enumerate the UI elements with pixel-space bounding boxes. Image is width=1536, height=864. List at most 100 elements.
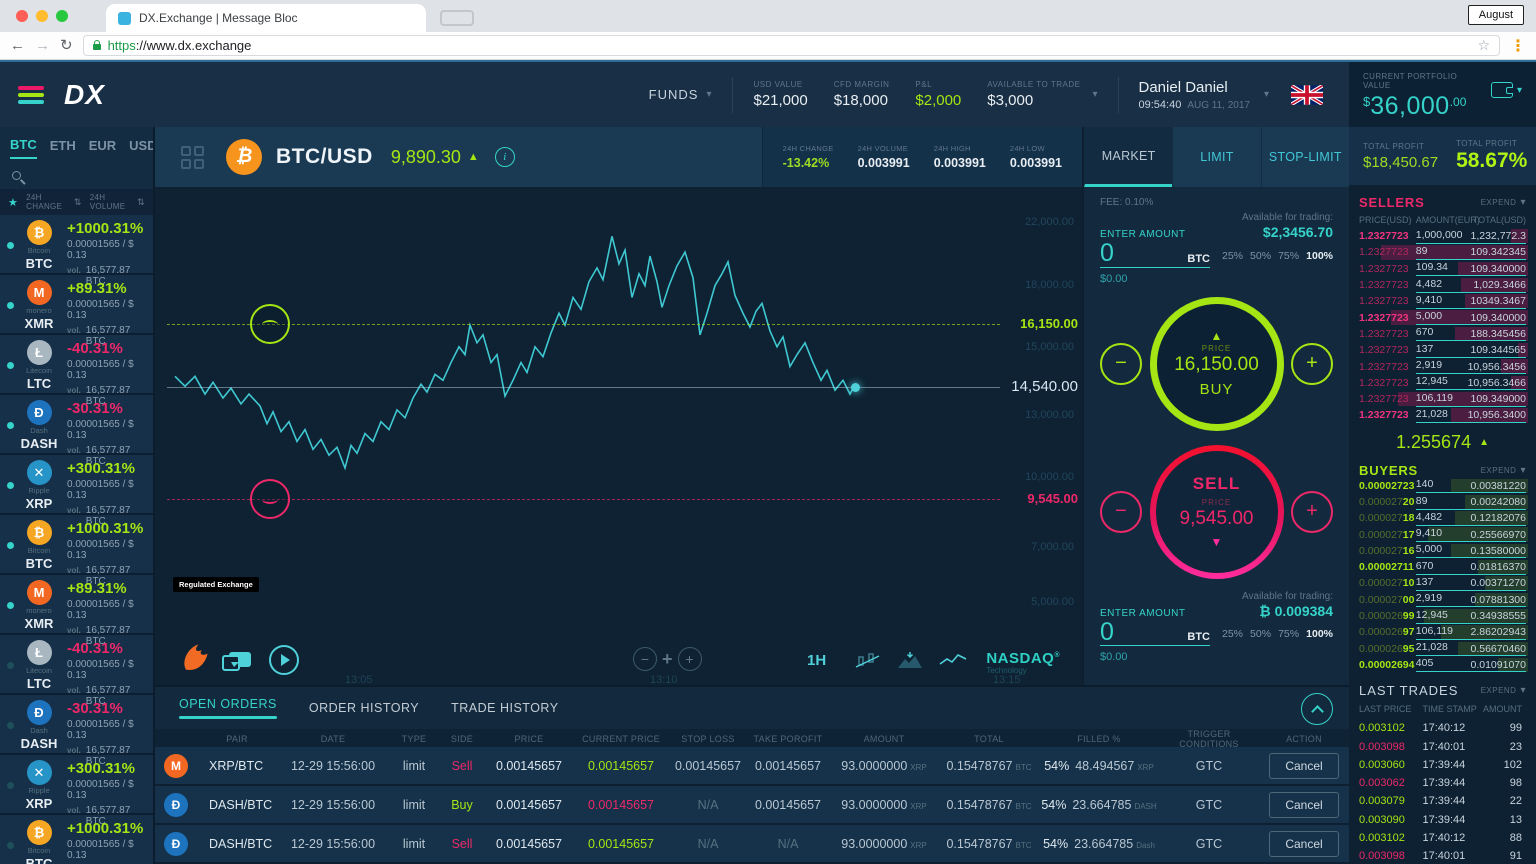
back-icon[interactable]: ←	[10, 38, 25, 53]
collapse-panel-button[interactable]	[1301, 693, 1333, 725]
cancel-button[interactable]: Cancel	[1269, 792, 1338, 818]
list-item[interactable]: ₿ Bitcoin BTC +1000.31% 0.00001565 / $ 0…	[0, 515, 153, 575]
favorites-star-icon[interactable]: ★	[8, 196, 18, 209]
list-item[interactable]: M monero XMR +89.31% 0.00001565 / $ 0.13…	[0, 575, 153, 635]
percent-button[interactable]: 75%	[1278, 628, 1299, 640]
zoom-in-icon[interactable]: +	[678, 647, 702, 671]
order-type-tab[interactable]: LIMIT	[1172, 127, 1260, 187]
orders-tab[interactable]: ORDER HISTORY	[309, 701, 419, 715]
quote-tab[interactable]: BTC	[10, 129, 37, 159]
table-row[interactable]: 1.2327723 2,919 10,956.3456	[1359, 358, 1526, 374]
crosshair-icon[interactable]: +	[662, 649, 673, 670]
sort-icon[interactable]: ⇅	[74, 197, 82, 208]
address-bar[interactable]: https://www.dx.exchange ☆	[83, 35, 1500, 56]
line-chart-icon[interactable]	[939, 651, 967, 667]
table-row[interactable]: 1.2327723 89 109.342345	[1359, 244, 1526, 260]
sell-button[interactable]: SELL PRICE 9,545.00 ▼	[1150, 445, 1284, 579]
list-item[interactable]: M monero XMR +89.31% 0.00001565 / $ 0.13…	[0, 275, 153, 335]
quote-tab[interactable]: EUR	[89, 130, 116, 158]
order-type-tab[interactable]: STOP-LIMIT	[1261, 127, 1349, 187]
sell-price-line[interactable]	[167, 499, 1000, 500]
stats-chevron-icon[interactable]: ▾	[1092, 89, 1097, 100]
sort-volume-label[interactable]: 24H VOLUME	[90, 193, 129, 211]
table-row[interactable]: 1.2327723 5,000 109.340000	[1359, 309, 1526, 325]
cancel-button[interactable]: Cancel	[1269, 831, 1338, 857]
wallet-dropdown[interactable]: ▾	[1491, 82, 1522, 98]
percent-button[interactable]: 75%	[1278, 250, 1299, 262]
buy-amount-input[interactable]: 0 BTC	[1100, 242, 1210, 268]
user-menu[interactable]: Daniel Daniel 09:54:40AUG 11, 2017 ▾	[1139, 79, 1270, 111]
cancel-button[interactable]: Cancel	[1269, 753, 1338, 779]
table-row[interactable]: 0.00002716 5,000 0.13580000	[1359, 543, 1526, 559]
sell-price-decrease-button[interactable]: −	[1100, 491, 1142, 533]
list-item[interactable]: ₿ Bitcoin BTC +1000.31% 0.00001565 / $ 0…	[0, 815, 153, 864]
browser-menu-icon[interactable]: ⋮	[1510, 36, 1526, 56]
price-chart[interactable]: 22,000.0018,000.0015,000.0013,000.0010,0…	[155, 187, 1082, 685]
candlestick-chart-icon[interactable]	[855, 651, 881, 669]
buy-button[interactable]: ▲ PRICE 16,150.00 BUY	[1150, 297, 1284, 431]
table-row[interactable]: 1.2327723 9,410 10349.3467	[1359, 293, 1526, 309]
sellers-expand-button[interactable]: EXPEND▾	[1481, 197, 1526, 208]
percent-button[interactable]: 100%	[1306, 628, 1333, 640]
sort-change-label[interactable]: 24H CHANGE	[26, 193, 66, 211]
uk-flag-icon[interactable]	[1291, 85, 1323, 105]
browser-tab[interactable]: DX.Exchange | Message Bloc	[106, 4, 426, 32]
percent-button[interactable]: 100%	[1306, 250, 1333, 262]
refresh-icon[interactable]: ↻	[60, 38, 73, 53]
play-icon[interactable]	[269, 645, 299, 675]
zoom-out-icon[interactable]: −	[633, 647, 657, 671]
forward-icon[interactable]: →	[35, 38, 50, 53]
table-row[interactable]: 0.00002718 4,482 0.12182076	[1359, 510, 1526, 526]
table-row[interactable]: 1.2327723 1,000,000 1,232,772.3	[1359, 228, 1526, 244]
table-row[interactable]: 0.00002700 2,919 0.07881300	[1359, 592, 1526, 608]
list-item[interactable]: ✕ Ripple XRP +300.31% 0.00001565 / $ 0.1…	[0, 455, 153, 515]
orders-tab[interactable]: TRADE HISTORY	[451, 701, 558, 715]
funds-dropdown[interactable]: FUNDS ▾	[649, 87, 713, 102]
table-row[interactable]: 0.00002697 106,119 2.86202943	[1359, 624, 1526, 640]
hamburger-menu-icon[interactable]	[18, 86, 44, 104]
table-row[interactable]: 0.00002695 21,028 0.56670460	[1359, 641, 1526, 657]
interval-button[interactable]: 1H	[807, 652, 826, 669]
maximize-window-icon[interactable]	[56, 10, 68, 22]
table-row[interactable]: 1.2327723 12,945 10,956.3466	[1359, 375, 1526, 391]
table-row[interactable]: 0.00002723 140 0.00381220	[1359, 478, 1526, 494]
buy-price-increase-button[interactable]: +	[1291, 343, 1333, 385]
chat-icon[interactable]	[229, 652, 251, 667]
table-row[interactable]: 1.2327723 109.34 109.340000	[1359, 261, 1526, 277]
table-row[interactable]: 0.00002720 89 0.00242080	[1359, 494, 1526, 510]
dx-flame-icon[interactable]	[179, 641, 211, 673]
list-item[interactable]: Ł Litecoin LTC -40.31% 0.00001565 / $ 0.…	[0, 635, 153, 695]
percent-button[interactable]: 50%	[1250, 250, 1271, 262]
table-row[interactable]: 1.2327723 4,482 1,029.3466	[1359, 277, 1526, 293]
order-type-tab[interactable]: MARKET	[1084, 127, 1172, 187]
table-row[interactable]: 1.2327723 137 109.344565	[1359, 342, 1526, 358]
percent-button[interactable]: 50%	[1250, 628, 1271, 640]
info-icon[interactable]: i	[495, 147, 515, 167]
orders-tab[interactable]: OPEN ORDERS	[179, 697, 277, 719]
list-item[interactable]: Đ Dash DASH -30.31% 0.00001565 / $ 0.13 …	[0, 695, 153, 755]
percent-button[interactable]: 25%	[1222, 628, 1243, 640]
layout-grid-icon[interactable]	[181, 146, 204, 169]
quote-tab[interactable]: USDT	[129, 130, 155, 158]
buyers-expand-button[interactable]: EXPEND▾	[1481, 465, 1526, 476]
sell-amount-input[interactable]: 0 BTC	[1100, 621, 1210, 647]
close-window-icon[interactable]	[16, 10, 28, 22]
sell-price-increase-button[interactable]: +	[1291, 491, 1333, 533]
new-tab-button[interactable]	[440, 10, 474, 26]
table-row[interactable]: 0.00002711 670 0.01816370	[1359, 559, 1526, 575]
table-row[interactable]: 0.00002710 137 0.00371270	[1359, 575, 1526, 591]
sell-line-handle[interactable]	[250, 479, 290, 519]
buy-price-line[interactable]	[167, 324, 1000, 325]
quote-tab[interactable]: ETH	[50, 130, 76, 158]
table-row[interactable]: 0.00002717 9,410 0.25566970	[1359, 526, 1526, 542]
table-row[interactable]: 1.2327723 21,028 10,956.3400	[1359, 407, 1526, 423]
area-chart-icon[interactable]	[897, 651, 923, 669]
list-item[interactable]: ✕ Ripple XRP +300.31% 0.00001565 / $ 0.1…	[0, 755, 153, 815]
list-item[interactable]: ₿ Bitcoin BTC +1000.31% 0.00001565 / $ 0…	[0, 215, 153, 275]
minimize-window-icon[interactable]	[36, 10, 48, 22]
table-row[interactable]: 0.00002694 405 0.01091070	[1359, 657, 1526, 673]
buy-line-handle[interactable]	[250, 304, 290, 344]
table-row[interactable]: 0.00002699 12,945 0.34938555	[1359, 608, 1526, 624]
sort-icon[interactable]: ⇅	[137, 197, 145, 208]
trades-expand-button[interactable]: EXPEND▾	[1481, 685, 1526, 696]
